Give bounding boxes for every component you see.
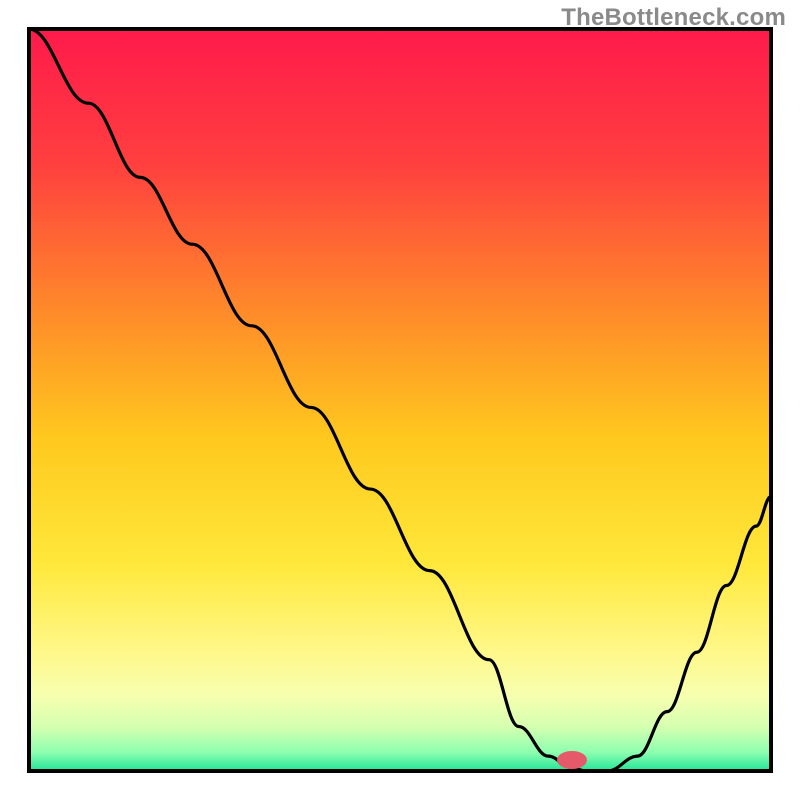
bottleneck-chart xyxy=(0,0,800,800)
chart-stage: TheBottleneck.com xyxy=(0,0,800,800)
optimum-marker xyxy=(557,751,587,769)
watermark-text: TheBottleneck.com xyxy=(561,4,786,32)
gradient-background xyxy=(29,29,771,771)
